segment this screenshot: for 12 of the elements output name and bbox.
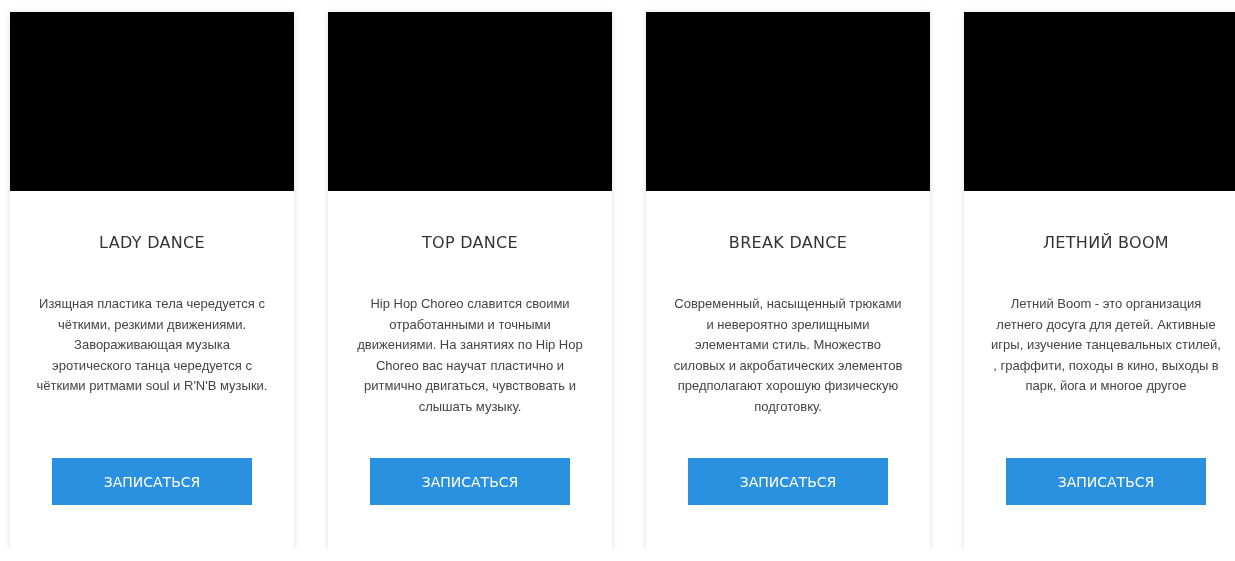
card-title: ЛЕТНИЙ BOOM	[1043, 233, 1169, 252]
card-title: BREAK DANCE	[728, 233, 848, 252]
card-description: Hip Hop Choreo славится своими отработанными и точными движениями. На занятиях по Hip Hop Choreo вас научат пластично и ритмично двигаться, чувствовать и слышать музыку.	[356, 295, 584, 416]
card-title: TOP DANCE	[421, 233, 518, 252]
signup-button[interactable]: ЗАПИСАТЬСЯ	[688, 458, 888, 505]
signup-button[interactable]: ЗАПИСАТЬСЯ	[1006, 458, 1206, 505]
card-description: Изящная пластика тела чередуется с чёткими, резкими движениями. Завораживающая музыка эротического танца чередуется с чёткими ритмами soul и R'N'B музыки.	[35, 295, 269, 395]
signup-button[interactable]: ЗАПИСАТЬСЯ	[52, 458, 252, 505]
card-description: Летний Boom - это организация летнего досуга для детей. Активные игры, изучение танцевальных стилей, , граффити, походы в кино, выходы в парк, йога и многое другое	[990, 295, 1222, 395]
card-description: Современный, насыщенный трюками и невероятно зрелищными элементами стиль. Множество силовых и акробатических элементов предполагают хорошую физическую подготовку.	[672, 295, 904, 416]
card-title: LADY DANCE	[99, 233, 205, 252]
signup-button[interactable]: ЗАПИСАТЬСЯ	[370, 458, 570, 505]
